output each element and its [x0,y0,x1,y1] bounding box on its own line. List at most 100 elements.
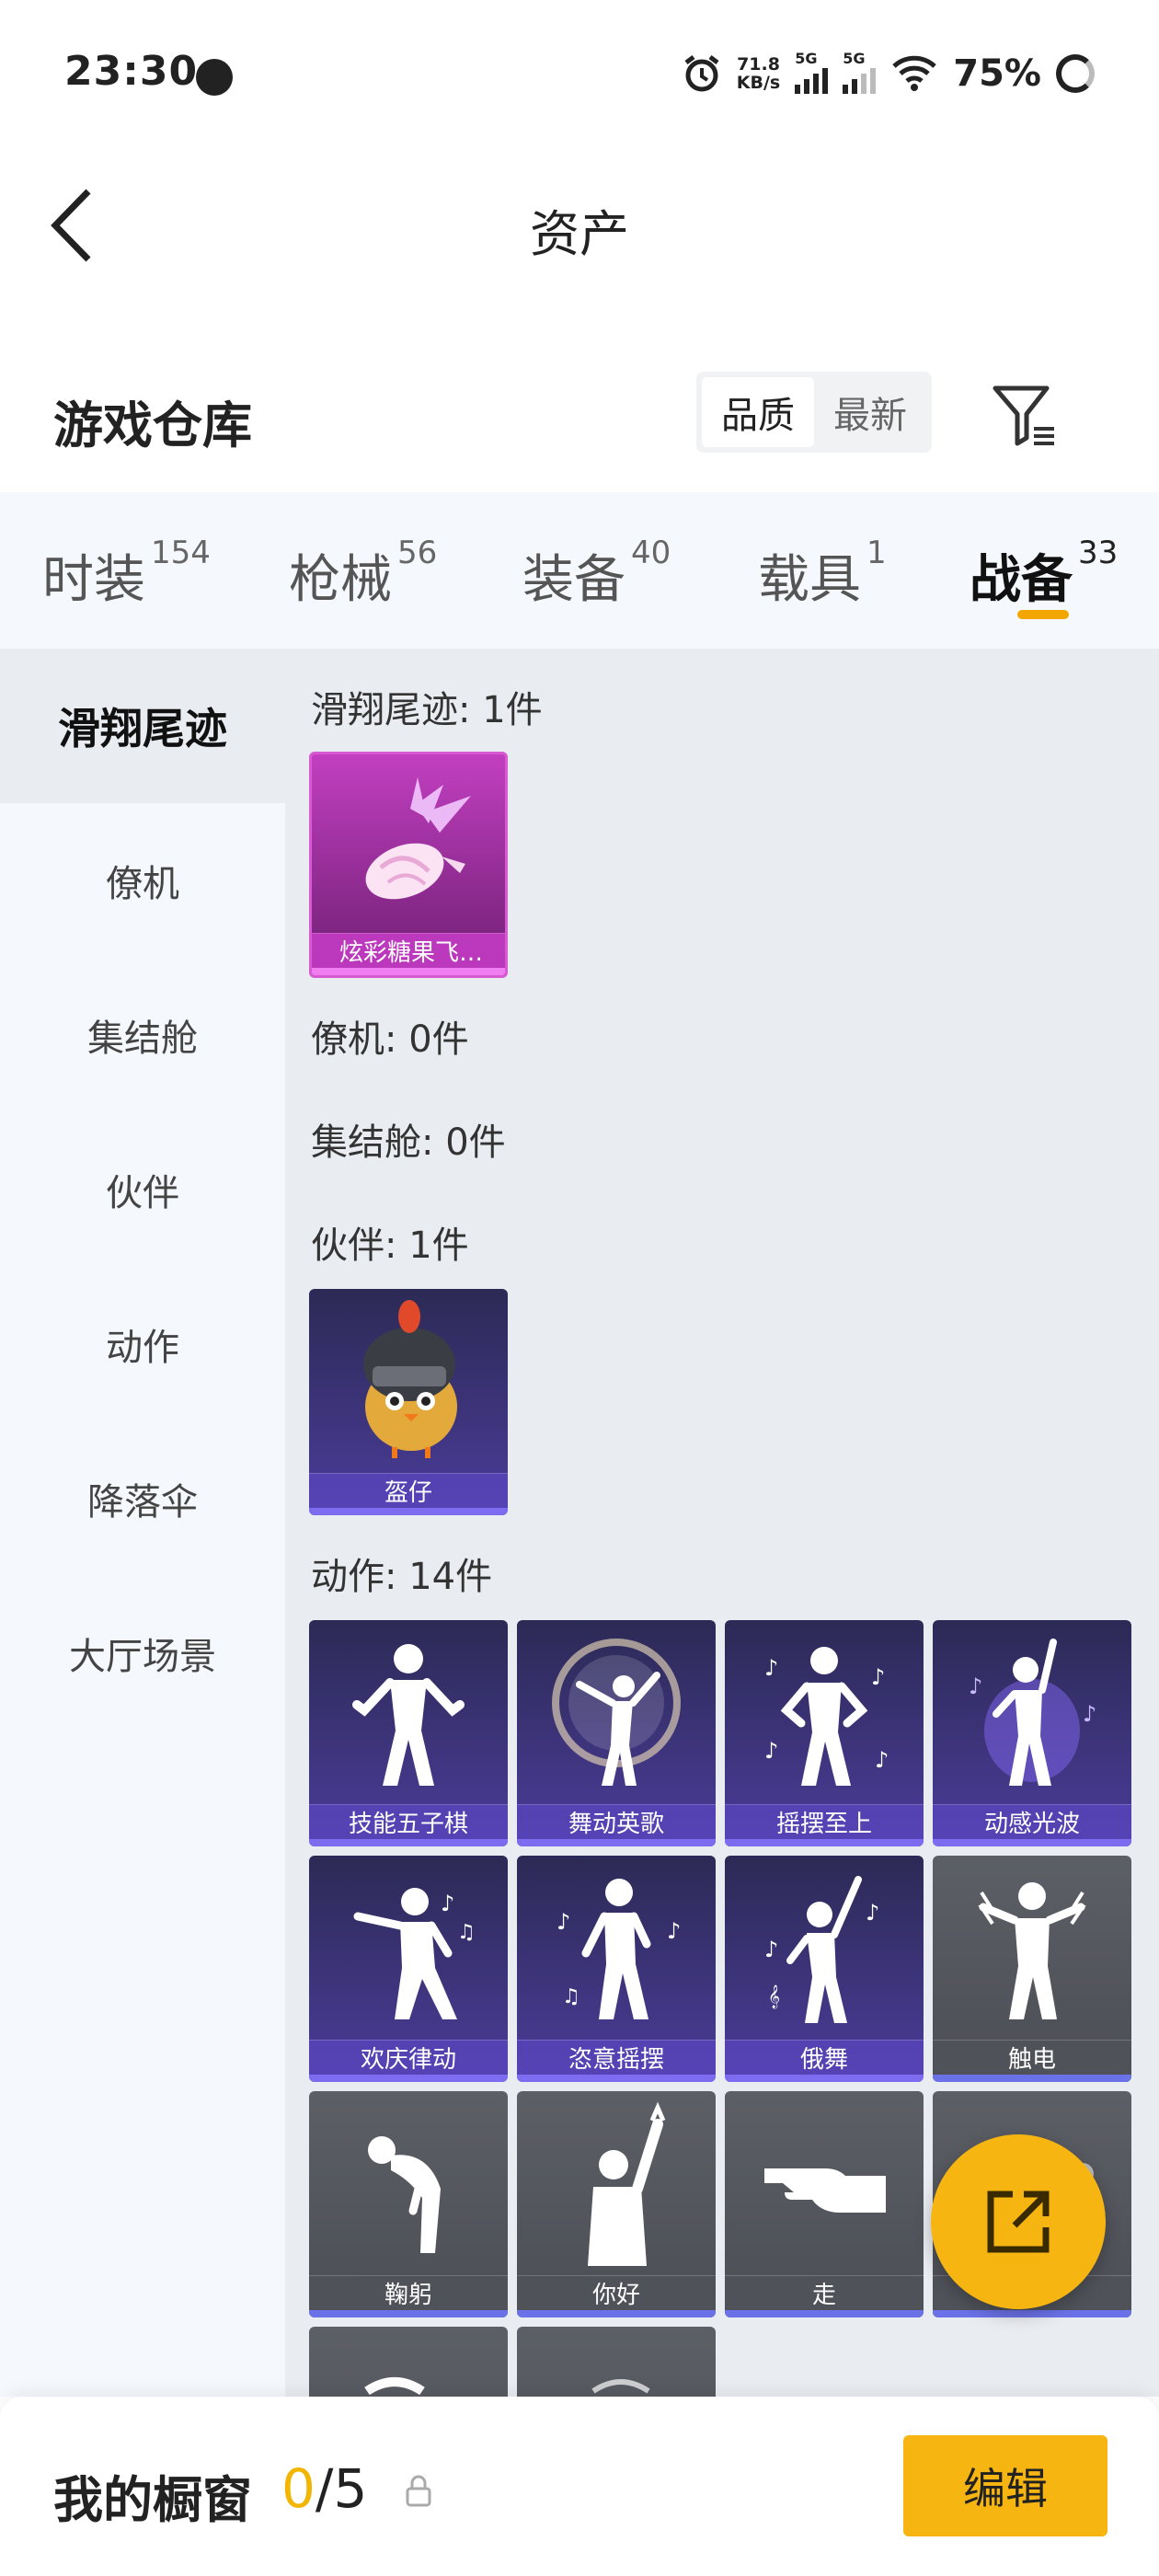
item-name: 走 [725,2275,924,2310]
svg-text:♪: ♪ [875,1747,889,1773]
sidebar-item-wingman[interactable]: 僚机 [0,803,285,958]
item-name: 欢庆律动 [309,2040,508,2075]
emote-card[interactable]: ♪ ♪ 𝄞 俄舞 [725,1856,924,2082]
emote-card[interactable]: 技能五子棋 [309,1620,508,1846]
emote-card[interactable] [309,2327,508,2397]
pose-icon [364,2377,425,2396]
sidebar-item-lobby-scene[interactable]: 大厅场景 [0,1576,285,1731]
svg-text:♪: ♪ [764,1738,778,1764]
emote-card[interactable] [517,2327,716,2397]
emote-card[interactable]: ♪ ♪ ♫ 恣意摇摆 [517,1856,716,2082]
category-tabs: 时装 154 枪械 56 装备 40 载具 1 战备 33 [0,492,1159,649]
pose-icon [591,2379,650,2394]
dance-pose-icon [352,1644,465,1786]
sort-by-quality[interactable]: 品质 [702,377,814,447]
dance-glow-icon: ♪♪ [969,1639,1096,1786]
item-name: 触电 [933,2040,1131,2075]
status-time: 23:30 [64,48,199,95]
svg-text:♪: ♪ [764,1655,778,1681]
warehouse-title: 游戏仓库 [53,397,252,454]
tab-weapons[interactable]: 枪械 56 [289,535,437,613]
svg-text:♪: ♪ [1083,1701,1096,1727]
item-name: 俄舞 [725,2040,924,2075]
item-name: 技能五子棋 [309,1804,508,1839]
section-label-emote: 动作: 14件 [311,1556,493,1598]
svg-text:♪: ♪ [871,1664,885,1690]
shock-pose-icon [978,1882,1086,2019]
svg-text:♪: ♪ [866,1900,879,1926]
dance-orb-icon [552,1639,681,1786]
section-label-wingman: 僚机: 0件 [311,1018,469,1061]
page-title: 资产 [530,205,629,263]
header: 资产 [0,147,1159,304]
item-card-helmet-chick[interactable]: 盔仔 [309,1289,508,1515]
item-name: 你好 [517,2275,716,2310]
section-label-companion: 伙伴: 1件 [311,1225,469,1267]
lock-icon [406,2475,431,2507]
svg-text:♫: ♫ [562,1985,580,2008]
external-link-icon [987,2191,1050,2253]
svg-text:♪: ♪ [441,1891,454,1916]
emote-card[interactable]: 走 [725,2091,924,2317]
warehouse-header: 游戏仓库 品质 最新 [0,350,1159,469]
battery-text: 75% [953,52,1041,95]
sidebar-item-emote[interactable]: 动作 [0,1267,285,1421]
emote-card[interactable]: 舞动英歌 [517,1620,716,1846]
emote-card[interactable]: ♪ ♪ 动感光波 [933,1620,1131,1846]
signal-icon-1: 5G [795,50,829,94]
sidebar: 滑翔尾迹 僚机 集结舱 伙伴 动作 降落伞 大厅场景 [0,649,285,2397]
status-icons: 71.8 KB/s 5G 5G 75% [682,46,1095,101]
sort-by-newest[interactable]: 最新 [814,377,926,447]
item-name: 恣意摇摆 [517,2040,716,2075]
dance-pose-icon: ♪ ♪ ♫ [557,1879,681,2019]
bow-pose-icon [368,2136,441,2253]
svg-text:♪: ♪ [764,1937,778,1962]
emote-card[interactable]: 鞠躬 [309,2091,508,2317]
item-name: 摇摆至上 [725,1804,924,1839]
dance-pose-icon: ♪♫ [353,1888,476,2019]
wifi-icon [892,55,936,91]
notification-icon [196,59,233,96]
edit-button[interactable]: 编辑 [903,2435,1107,2536]
helmet-chick-icon [363,1300,457,1458]
battery-icon [1056,54,1095,93]
emote-card[interactable]: ♪ ♫ 欢庆律动 [309,1856,508,2082]
tab-fashion[interactable]: 时装 154 [42,535,211,613]
item-name: 炫彩糖果飞… [312,933,505,968]
active-tab-indicator [1017,610,1069,619]
sidebar-item-rally-pod[interactable]: 集结舱 [0,958,285,1112]
svg-text:𝄞: 𝄞 [768,1984,780,2008]
tab-equipment[interactable]: 装备 40 [522,535,671,613]
sidebar-item-companion[interactable]: 伙伴 [0,1112,285,1267]
candy-trail-icon [365,777,471,900]
svg-text:♪: ♪ [557,1909,570,1935]
signal-icon-2: 5G [843,50,877,94]
emote-card[interactable]: 触电 [933,1856,1131,2082]
item-name: 盔仔 [309,1473,508,1508]
bottom-bar: 我的橱窗 0/5 编辑 [0,2397,1159,2576]
share-button[interactable] [931,2134,1106,2309]
alarm-icon [684,55,719,92]
filter-icon [993,385,1054,446]
sidebar-item-parachute[interactable]: 降落伞 [0,1421,285,1576]
dance-pose-icon: ♪ ♪ ♪ ♪ [764,1647,889,1786]
section-label-rally-pod: 集结舱: 0件 [311,1121,506,1164]
item-name: 动感光波 [933,1804,1131,1839]
svg-text:♪: ♪ [969,1673,982,1699]
filter-button[interactable] [992,383,1058,449]
svg-text:♫: ♫ [457,1921,476,1944]
item-name: 鞠躬 [309,2275,508,2310]
tab-battle-prep[interactable]: 战备 33 [970,535,1118,613]
section-label-glide-trail: 滑翔尾迹: 1件 [311,689,543,731]
showcase-label: 我的橱窗 [53,2471,252,2529]
net-speed: 71.8 KB/s [736,54,781,93]
sidebar-item-glide-trail[interactable]: 滑翔尾迹 [0,649,285,803]
emote-card[interactable]: ♪ ♪ ♪ ♪ 摇摆至上 [725,1620,924,1846]
item-card-candy-trail[interactable]: 炫彩糖果飞… [309,752,508,978]
showcase-count: 0/5 [281,2457,368,2520]
emote-card[interactable]: 你好 [517,2091,716,2317]
point-hand-icon [764,2168,886,2213]
tab-vehicles[interactable]: 载具 1 [758,535,887,613]
sort-toggle: 品质 最新 [696,372,932,453]
wave-pose-icon [588,2101,666,2266]
